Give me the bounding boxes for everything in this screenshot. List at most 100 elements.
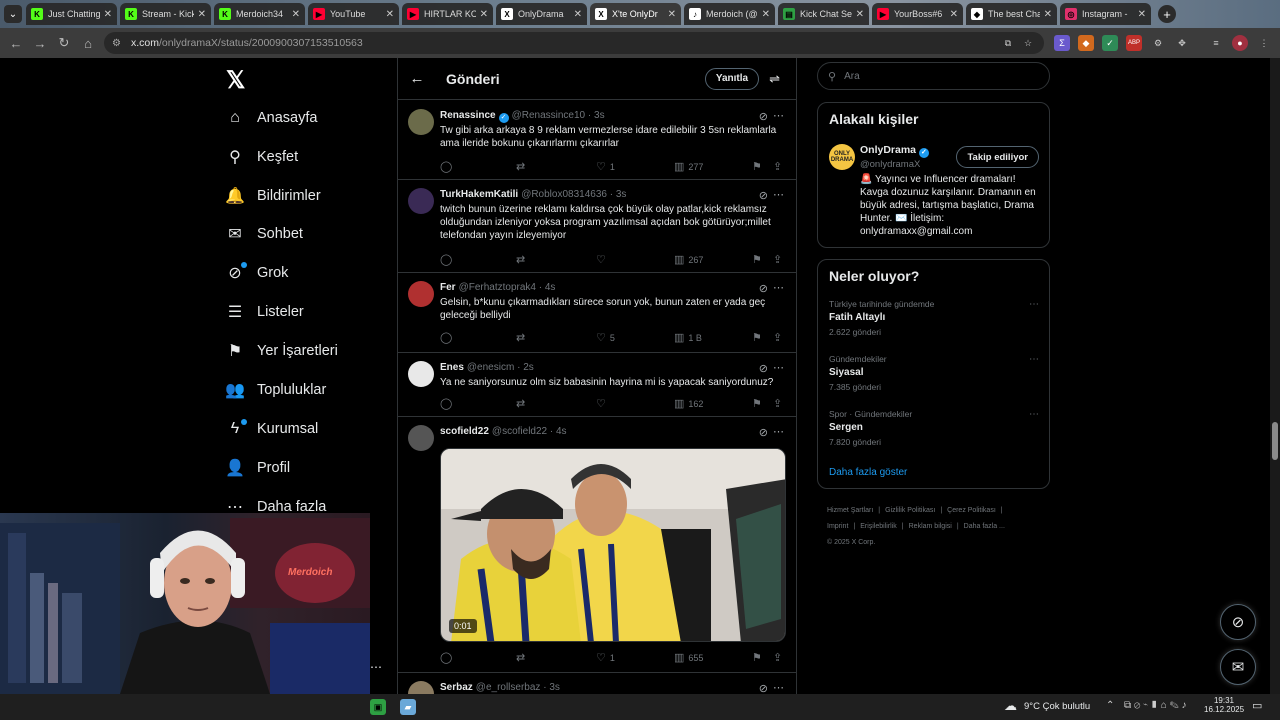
nav-item-person[interactable]: 👤 Profil	[222, 453, 290, 483]
tab-close-icon[interactable]: ✕	[386, 9, 394, 20]
extension-shield-icon[interactable]: ✓	[1102, 35, 1118, 51]
forward-arrow-icon[interactable]: →	[28, 36, 52, 51]
reply-post[interactable]: scofield22 @scofield22 · 4s ⊘ ⋯ 0:01 ◯ ⇄…	[398, 417, 796, 673]
like-action[interactable]: ♡ 5	[596, 331, 615, 344]
new-tab-button[interactable]: +	[1158, 5, 1176, 23]
tab-search-chevron-icon[interactable]: ⌄	[4, 5, 22, 23]
more-options-icon[interactable]: ⋯	[773, 281, 784, 294]
share-action[interactable]: ⇪	[773, 331, 786, 344]
nav-item-communities[interactable]: 👥 Topluluklar	[222, 375, 326, 405]
footer-link[interactable]: Daha fazla ...	[964, 523, 1005, 530]
nav-item-bookmark[interactable]: ⚑ Yer İşaretleri	[222, 336, 338, 366]
avatar[interactable]	[408, 109, 434, 135]
messages-fab-icon[interactable]: ✉	[1220, 649, 1256, 685]
views-action[interactable]: ▥ 267	[674, 253, 703, 266]
author-handle[interactable]: @e_rollserbaz	[476, 682, 541, 693]
more-options-icon[interactable]: ⋯	[773, 188, 784, 201]
author-handle[interactable]: @Renassince10	[512, 110, 586, 121]
views-action[interactable]: ▥ 162	[674, 397, 703, 410]
grok-explain-icon[interactable]: ⊘	[759, 110, 768, 123]
like-action[interactable]: ♡	[596, 253, 610, 266]
scrollbar-thumb[interactable]	[1272, 422, 1278, 460]
following-button[interactable]: Takip ediliyor	[956, 146, 1039, 168]
tab-close-icon[interactable]: ✕	[292, 9, 300, 20]
bookmark-action[interactable]: ⚑	[752, 160, 766, 173]
nav-item-bell[interactable]: 🔔 Bildirimler	[222, 181, 321, 211]
tab-close-icon[interactable]: ✕	[1138, 9, 1146, 20]
taskbar-app-icon[interactable]: ▣	[370, 699, 386, 715]
more-options-icon[interactable]: ⋯	[1029, 299, 1039, 310]
repost-action[interactable]: ⇄	[516, 160, 529, 173]
reply-action[interactable]: ◯	[440, 331, 456, 344]
tab-close-icon[interactable]: ✕	[856, 9, 864, 20]
reply-post[interactable]: TurkHakemKatili @Roblox08314636 · 3s ⊘ ⋯ twi…	[398, 180, 796, 273]
author-name[interactable]: TurkHakemKatili	[440, 189, 518, 200]
like-action[interactable]: ♡	[596, 397, 610, 410]
reply-post[interactable]: Serbaz @e_rollserbaz · 3s ⊘ ⋯	[398, 673, 796, 694]
overflow-more-icon[interactable]: ⋯	[370, 660, 382, 674]
nav-item-list[interactable]: ☰ Listeler	[222, 297, 304, 327]
more-options-icon[interactable]: ⋯	[773, 425, 784, 438]
bookmark-action[interactable]: ⚑	[752, 331, 766, 344]
footer-link[interactable]: Imprint	[827, 523, 848, 530]
author-name[interactable]: Serbaz	[440, 682, 473, 693]
back-arrow-icon[interactable]: ←	[4, 36, 28, 51]
share-action[interactable]: ⇪	[773, 253, 786, 266]
extension-purple-icon[interactable]: Σ	[1054, 35, 1070, 51]
post-time[interactable]: 3s	[549, 682, 560, 693]
avatar[interactable]	[408, 188, 434, 214]
grok-fab-icon[interactable]: ⊘	[1220, 604, 1256, 640]
more-options-icon[interactable]: ⋯	[1029, 409, 1039, 420]
tab-close-icon[interactable]: ✕	[104, 9, 112, 20]
footer-link[interactable]: Reklam bilgisi	[909, 523, 952, 530]
tray-icons[interactable]: ⧉ ⊘ ⌁ ▮ ⌂ ✎ ♪	[1124, 700, 1187, 711]
bookmark-action[interactable]: ⚑	[752, 397, 766, 410]
author-handle[interactable]: @Ferhatztoprak4	[459, 282, 536, 293]
browser-tab[interactable]: ▶ YouTube ✕	[308, 3, 399, 25]
grok-explain-icon[interactable]: ⊘	[759, 189, 768, 202]
reply-post[interactable]: Fer @Ferhatztoprak4 · 4s ⊘ ⋯ Gelsin, b*kunu …	[398, 273, 796, 353]
nav-item-home[interactable]: ⌂ Anasayfa	[222, 103, 317, 133]
avatar[interactable]	[408, 681, 434, 694]
settings-sliders-icon[interactable]: ⇌	[769, 71, 780, 87]
share-action[interactable]: ⇪	[773, 160, 786, 173]
avatar[interactable]	[408, 361, 434, 387]
extension-fox-icon[interactable]: ◆	[1078, 35, 1094, 51]
author-handle[interactable]: @enesicm	[467, 362, 514, 373]
more-options-icon[interactable]: ⋯	[773, 361, 784, 374]
browser-tab[interactable]: K Stream - Kick ✕	[120, 3, 211, 25]
adblock-icon[interactable]: ABP	[1126, 35, 1142, 51]
tab-close-icon[interactable]: ✕	[668, 9, 676, 20]
browser-tab[interactable]: ◆ The best Cha ✕	[966, 3, 1057, 25]
tab-close-icon[interactable]: ✕	[574, 9, 582, 20]
author-name[interactable]: Enes	[440, 362, 464, 373]
repost-action[interactable]: ⇄	[516, 253, 529, 266]
browser-tab[interactable]: X X'te OnlyDr ✕	[590, 3, 681, 25]
post-time[interactable]: 3s	[616, 189, 627, 200]
extension-gear-icon[interactable]: ⚙	[1150, 35, 1166, 51]
taskbar-clock[interactable]: 19:31 16.12.2025	[1204, 696, 1244, 714]
trend-item[interactable]: Spor · Gündemdekiler Sergen 7.820 gönderi ⋯	[829, 409, 1039, 447]
more-options-icon[interactable]: ⋯	[1029, 354, 1039, 365]
media-icon[interactable]: ≡	[1208, 35, 1224, 51]
author-handle[interactable]: @scofield22	[492, 426, 547, 437]
bookmark-action[interactable]: ⚑	[752, 651, 766, 664]
home-browser-icon[interactable]: ⌂	[76, 36, 100, 51]
more-options-icon[interactable]: ⋯	[773, 681, 784, 694]
show-more-link[interactable]: Daha fazla göster	[829, 467, 907, 478]
views-action[interactable]: ▥ 277	[674, 160, 703, 173]
repost-action[interactable]: ⇄	[516, 397, 529, 410]
author-name[interactable]: Fer	[440, 282, 456, 293]
post-time[interactable]: 2s	[523, 362, 534, 373]
post-video[interactable]: 0:01	[440, 448, 786, 642]
views-action[interactable]: ▥ 1 B	[674, 331, 702, 344]
x-logo-icon[interactable]: 𝕏	[226, 66, 245, 95]
post-time[interactable]: 4s	[545, 282, 556, 293]
weather-text[interactable]: 9°C Çok bulutlu	[1024, 701, 1090, 712]
profile-avatar-icon[interactable]: ●	[1232, 35, 1248, 51]
related-avatar[interactable]: ONLY DRAMA	[829, 144, 855, 170]
share-action[interactable]: ⇪	[773, 397, 786, 410]
footer-link[interactable]: Gizlilik Politikası	[885, 507, 935, 514]
tab-close-icon[interactable]: ✕	[198, 9, 206, 20]
nav-item-grok[interactable]: ⊘ Grok	[222, 258, 288, 288]
